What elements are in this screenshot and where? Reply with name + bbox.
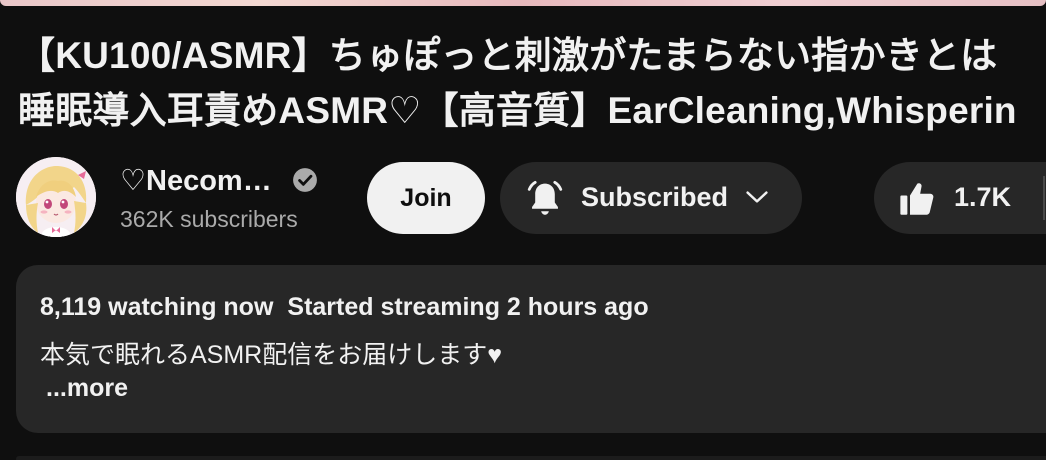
video-player-bottom-edge[interactable] xyxy=(0,0,1046,6)
channel-name[interactable]: ♡Necom… xyxy=(120,163,272,198)
chevron-down-icon[interactable] xyxy=(742,182,772,212)
like-dislike-divider xyxy=(1043,176,1045,220)
subscribed-label: Subscribed xyxy=(581,182,729,212)
description-text: 本気で眠れるASMR配信をお届けします♥ xyxy=(40,341,503,369)
join-button[interactable]: Join xyxy=(367,162,485,234)
next-section-edge xyxy=(16,456,1046,460)
channel-avatar[interactable] xyxy=(16,157,96,237)
like-count: 1.7K xyxy=(954,182,1012,212)
description-stats: 8,119 watching now Started streaming 2 ho… xyxy=(40,293,649,322)
join-button-label: Join xyxy=(400,183,452,212)
video-title: 【KU100/ASMR】ちゅぽっと刺激がたまらない指かきとは 睡眠導入耳責めAS… xyxy=(18,28,1046,138)
verified-check-icon xyxy=(293,168,317,192)
video-title-line-2: 睡眠導入耳責めASMR♡【高音質】EarCleaning,Whisperin xyxy=(18,90,1017,131)
youtube-watch-page: 【KU100/ASMR】ちゅぽっと刺激がたまらない指かきとは 睡眠導入耳責めAS… xyxy=(0,0,1046,460)
avatar-illustration xyxy=(16,157,96,237)
video-title-line-1: 【KU100/ASMR】ちゅぽっと刺激がたまらない指かきとは xyxy=(18,35,998,76)
description-box[interactable]: 8,119 watching now Started streaming 2 ho… xyxy=(16,265,1046,433)
like-button[interactable]: 1.7K xyxy=(874,162,1046,234)
more-link[interactable]: ...more xyxy=(46,374,128,403)
stream-started: Started streaming 2 hours ago xyxy=(287,293,649,321)
bell-notifications-icon xyxy=(527,180,563,215)
thumbs-up-icon xyxy=(900,183,934,215)
subscriber-count: 362K subscribers xyxy=(120,206,298,232)
watching-count: 8,119 watching now xyxy=(40,293,274,321)
